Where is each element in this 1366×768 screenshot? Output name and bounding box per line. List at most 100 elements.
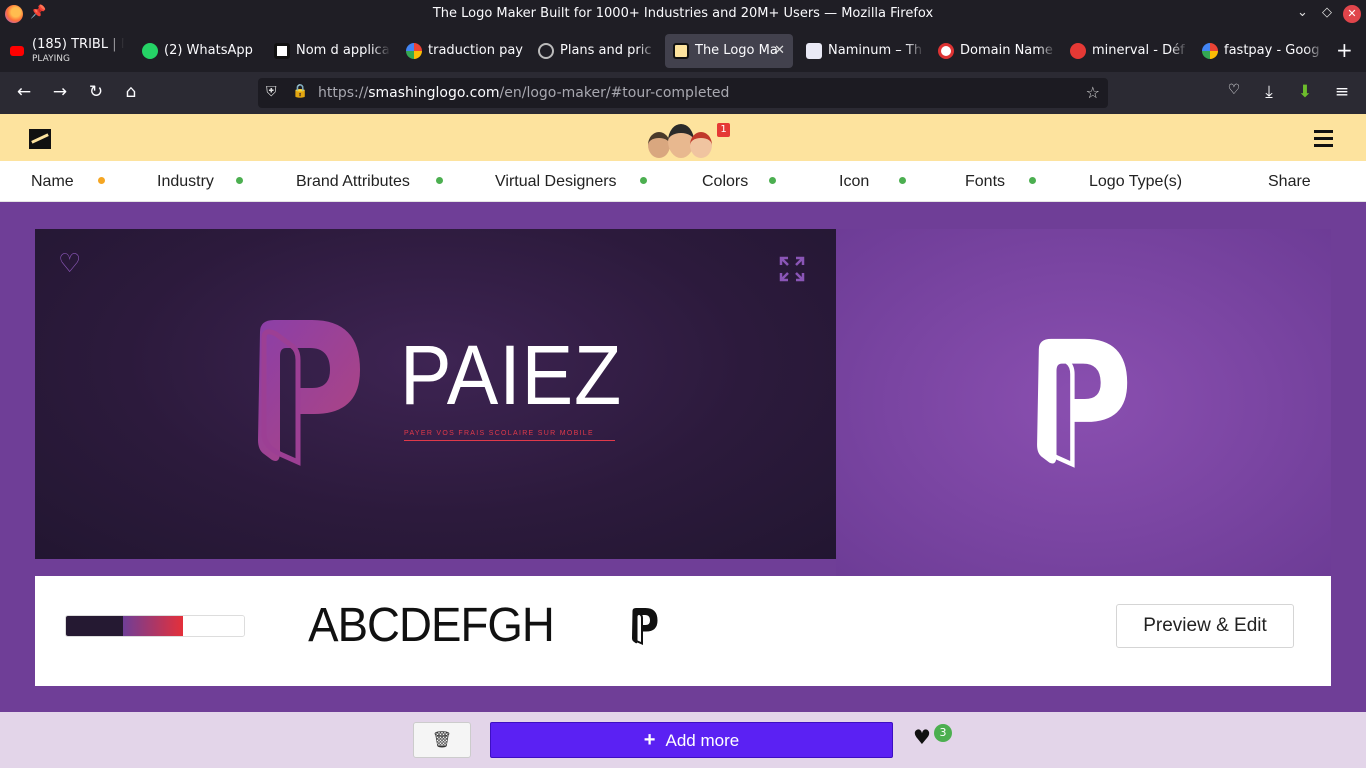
tab-domain[interactable]: Domain Name xyxy=(930,34,1056,68)
smashinglogo-icon xyxy=(673,43,689,59)
home-icon[interactable]: ⌂ xyxy=(120,82,142,102)
menu-hamburger-icon[interactable]: ≡ xyxy=(1331,82,1353,102)
step-icon[interactable]: Icon xyxy=(839,173,869,191)
window-title: The Logo Maker Built for 1000+ Industrie… xyxy=(432,6,934,21)
forward-arrow-icon[interactable]: → xyxy=(49,82,71,102)
whatsapp-icon xyxy=(142,43,158,59)
trash-icon: 🗑 xyxy=(431,730,453,749)
wizard-steps-nav: Name Industry Brand Attributes Virtual D… xyxy=(0,161,1366,202)
plus-icon: + xyxy=(643,729,656,751)
tab-fade xyxy=(106,34,124,68)
logo-brand-name: PAIEZ xyxy=(400,328,623,422)
tab-playing-label: PLAYING xyxy=(32,54,70,64)
bookmark-star-icon[interactable]: ☆ xyxy=(1086,83,1100,102)
tab-label: The Logo Ma xyxy=(695,43,778,58)
window-titlebar: 📌 The Logo Maker Built for 1000+ Industr… xyxy=(0,0,1366,28)
step-share[interactable]: Share xyxy=(1268,173,1311,191)
logo-p-icon xyxy=(258,320,360,466)
tab-label: traduction pay xyxy=(428,43,523,58)
palette-swatch-white xyxy=(182,616,244,636)
delete-button[interactable]: 🗑 xyxy=(413,722,471,758)
lock-icon[interactable]: 🔒 xyxy=(292,84,308,99)
step-status-dot xyxy=(899,177,906,184)
step-industry[interactable]: Industry xyxy=(157,173,214,191)
tab-naminum[interactable]: Naminum – Th xyxy=(798,34,924,68)
tab-fade xyxy=(906,34,924,68)
google-icon xyxy=(1202,43,1218,59)
close-window-icon[interactable]: ✕ xyxy=(1343,5,1361,23)
palette-swatch-gradient xyxy=(123,616,183,636)
restore-icon[interactable]: ◇ xyxy=(1322,5,1332,20)
logo-tagline: PAYER VOS FRAIS SCOLAIRE SUR MOBILE xyxy=(404,430,615,441)
step-name[interactable]: Name xyxy=(31,173,74,191)
address-bar[interactable]: ⛨ 🔒 https://smashinglogo.com/en/logo-mak… xyxy=(258,78,1108,108)
step-status-dot xyxy=(236,177,243,184)
designer-avatar-1 xyxy=(648,132,670,158)
extension-download-icon[interactable]: ⬇ xyxy=(1294,82,1316,102)
logo-p-icon-white xyxy=(1037,338,1128,468)
minerval-icon xyxy=(1070,43,1086,59)
favorites-count-badge: 3 xyxy=(934,724,952,742)
preview-edit-button[interactable]: Preview & Edit xyxy=(1116,604,1294,648)
step-logo-types[interactable]: Logo Type(s) xyxy=(1089,173,1182,191)
smashinglogo-logo[interactable] xyxy=(29,129,51,149)
font-sample[interactable]: ABCDEFGH xyxy=(284,596,579,656)
tab-minerval[interactable]: minerval - Déf xyxy=(1062,34,1188,68)
tab-whatsapp[interactable]: (2) WhatsApp xyxy=(134,34,258,68)
favorites-heart-icon[interactable]: ♥ xyxy=(913,726,931,748)
step-status-dot xyxy=(98,177,105,184)
tab-nom-application[interactable]: Nom d applica xyxy=(266,34,390,68)
notification-badge[interactable]: 1 xyxy=(717,123,730,137)
new-tab-plus-icon[interactable]: + xyxy=(1336,38,1353,62)
icon-sample[interactable] xyxy=(586,595,706,657)
tab-fastpay[interactable]: fastpay - Goog xyxy=(1194,34,1324,68)
palette-swatch-dark xyxy=(66,616,124,636)
tab-traduction[interactable]: traduction pay xyxy=(398,34,524,68)
tab-bar: (185) TRIBL | N PLAYING (2) WhatsApp Nom… xyxy=(0,28,1366,72)
back-arrow-icon[interactable]: ← xyxy=(13,82,35,102)
step-status-dot xyxy=(436,177,443,184)
tab-logo-maker[interactable]: The Logo Ma ✕ xyxy=(665,34,793,68)
url-path: /en/logo-maker/#tour-completed xyxy=(499,85,730,101)
tab-plans[interactable]: Plans and pric xyxy=(530,34,656,68)
domain-icon xyxy=(938,43,954,59)
step-status-dot xyxy=(640,177,647,184)
pocket-icon[interactable]: ♡ xyxy=(1223,82,1245,98)
url-text[interactable]: https://smashinglogo.com/en/logo-maker/#… xyxy=(318,85,729,101)
step-status-dot xyxy=(1029,177,1036,184)
close-tab-icon[interactable]: ✕ xyxy=(774,34,785,68)
tab-fade xyxy=(1170,34,1188,68)
tab-fade xyxy=(1306,34,1324,68)
color-palette[interactable] xyxy=(65,615,245,637)
logo-p-icon-black xyxy=(632,608,658,646)
google-icon xyxy=(406,43,422,59)
site-menu-hamburger-icon[interactable] xyxy=(1314,130,1333,151)
step-status-dot xyxy=(769,177,776,184)
shield-icon[interactable]: ⛨ xyxy=(266,84,277,100)
app-icon xyxy=(274,43,290,59)
step-fonts[interactable]: Fonts xyxy=(965,173,1005,191)
step-colors[interactable]: Colors xyxy=(702,173,748,191)
step-virtual-designers[interactable]: Virtual Designers xyxy=(495,173,617,191)
minimize-chevron-icon[interactable]: ⌄ xyxy=(1297,5,1308,20)
plans-icon xyxy=(538,43,554,59)
designer-avatar-3 xyxy=(690,132,712,158)
naminum-icon xyxy=(806,43,822,59)
url-prefix: https:// xyxy=(318,85,369,101)
add-more-button[interactable]: + Add more xyxy=(490,722,893,758)
tab-label: (2) WhatsApp xyxy=(164,43,253,58)
downloads-icon[interactable]: ⤓ xyxy=(1258,82,1280,102)
tab-youtube[interactable]: (185) TRIBL | N PLAYING xyxy=(2,34,124,68)
fullscreen-expand-icon[interactable] xyxy=(779,256,805,282)
step-brand-attributes[interactable]: Brand Attributes xyxy=(296,173,410,191)
add-more-label: Add more xyxy=(665,731,740,750)
youtube-icon xyxy=(10,46,24,56)
nav-toolbar: ← → ↻ ⌂ ⛨ 🔒 https://smashinglogo.com/en/… xyxy=(0,72,1366,114)
url-domain: smashinglogo.com xyxy=(368,85,500,101)
tab-fade xyxy=(1038,34,1056,68)
tab-fade xyxy=(638,34,656,68)
tab-fade xyxy=(372,34,390,68)
reload-icon[interactable]: ↻ xyxy=(85,82,107,102)
favorite-heart-icon[interactable]: ♡ xyxy=(58,251,81,277)
virtual-designers-avatar[interactable] xyxy=(646,122,726,160)
